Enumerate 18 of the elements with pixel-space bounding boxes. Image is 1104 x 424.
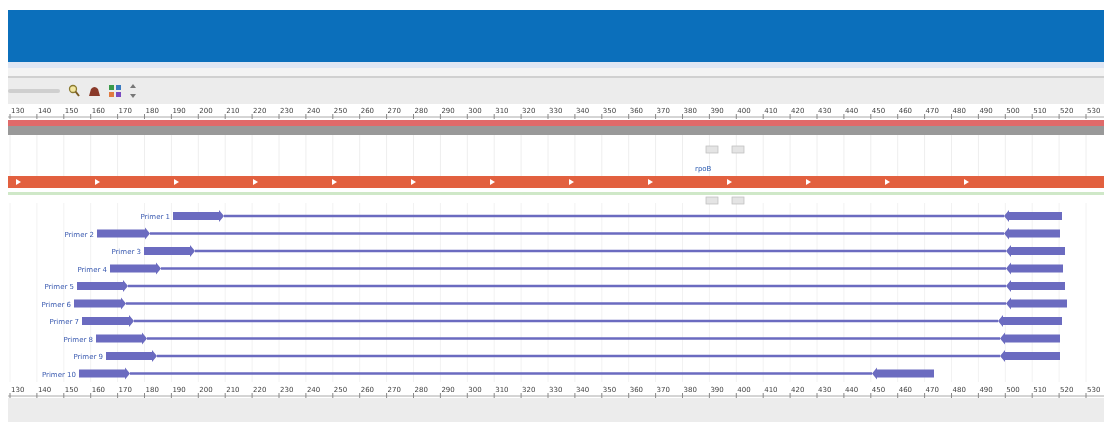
handle-icon[interactable] — [705, 145, 719, 154]
primer-drawing[interactable] — [74, 297, 1067, 310]
primer-drawing[interactable] — [106, 350, 1060, 362]
primer-drawing[interactable] — [97, 227, 1060, 240]
primer-drawing[interactable] — [79, 367, 934, 380]
handle-icon[interactable] — [731, 145, 745, 154]
grid-icon[interactable] — [109, 85, 121, 97]
primer-drawing[interactable] — [144, 245, 1065, 257]
primer-drawing[interactable] — [82, 315, 1062, 327]
up-down-icon[interactable] — [129, 83, 137, 99]
primer-drawing[interactable] — [96, 332, 1060, 345]
primer-drawing[interactable] — [173, 210, 1062, 222]
primer-drawing[interactable] — [110, 262, 1063, 275]
handle-icon[interactable] — [731, 196, 745, 205]
zoom-icon[interactable] — [68, 84, 80, 98]
primer-drawing[interactable] — [77, 280, 1065, 292]
shape-icon[interactable] — [88, 85, 101, 97]
handle-icon[interactable] — [705, 196, 719, 205]
